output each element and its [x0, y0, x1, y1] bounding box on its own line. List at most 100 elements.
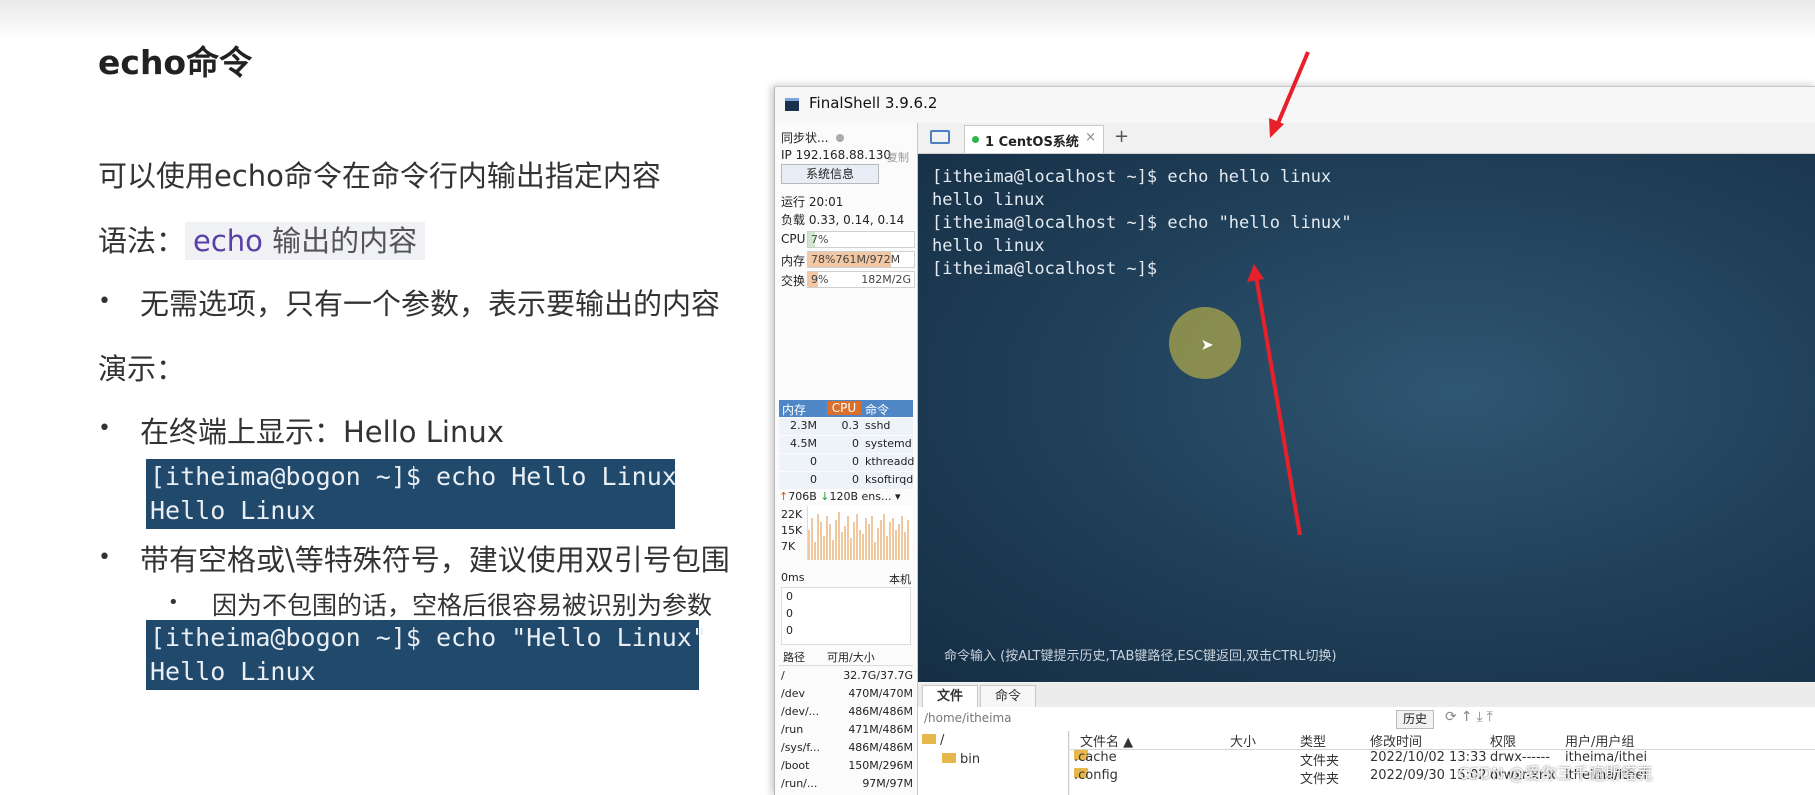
- tab-centos[interactable]: 1 CentOS系统 ×: [964, 125, 1104, 153]
- code-line: Hello Linux: [150, 496, 316, 525]
- net-spike: [826, 516, 828, 560]
- status-panel: 同步状... IP 192.168.88.130 复制 系统信息 运行 20:0…: [775, 123, 918, 795]
- watermark: CSDN @爱你三千遍斯塔克: [1458, 764, 1653, 783]
- net-spike: [820, 522, 822, 560]
- net-spike: [877, 528, 879, 560]
- proc-mem: 0: [810, 455, 817, 468]
- directory-tree: / bin: [918, 731, 1069, 795]
- refresh-icon[interactable]: ⟳: [1445, 709, 1461, 725]
- process-row[interactable]: 0 0 kthreadd: [779, 454, 915, 471]
- add-tab-icon[interactable]: +: [1114, 126, 1129, 147]
- latency-value: 0: [786, 607, 793, 620]
- net-spike: [865, 518, 867, 560]
- col-permission[interactable]: 权限: [1490, 731, 1516, 750]
- net-spike: [853, 522, 855, 560]
- swap-value: 9%: [811, 273, 829, 286]
- net-spike: [862, 534, 864, 560]
- bullet-show-hello: 在终端上显示：Hello Linux: [140, 415, 504, 449]
- syntax-rest: 输出的内容: [272, 224, 418, 258]
- net-spike: [844, 526, 846, 560]
- upload-icon[interactable]: ⤒: [1487, 709, 1497, 725]
- path-input[interactable]: /home/itheima: [924, 711, 1012, 725]
- net-spike: [883, 514, 885, 560]
- net-spike: [817, 514, 819, 560]
- top-shade: [0, 0, 1815, 40]
- swap-label: 交换: [781, 274, 806, 288]
- disk-size: 470M/470M: [848, 687, 913, 700]
- title-bar[interactable]: FinalShell 3.9.6.2: [775, 87, 1815, 123]
- proc-col-cpu[interactable]: CPU: [827, 401, 861, 415]
- tab-files[interactable]: 文件: [922, 685, 979, 708]
- net-spike: [856, 514, 858, 560]
- proc-cmd: systemd: [865, 437, 912, 450]
- disk-size: 97M/97M: [862, 777, 913, 790]
- net-interface[interactable]: ens...: [862, 490, 892, 503]
- system-info-button[interactable]: 系统信息: [781, 164, 879, 184]
- up-dir-icon[interactable]: ↑: [1461, 709, 1477, 725]
- code-example-1: [itheima@bogon ~]$ echo Hello Linux Hello…: [146, 459, 677, 529]
- net-scale-label: 7K: [781, 540, 796, 553]
- copy-ip-button[interactable]: 复制: [887, 149, 909, 165]
- network-summary: ↑706B ↓120B ens... ▾: [779, 490, 901, 503]
- latency-graph: 0 0 0: [781, 587, 911, 645]
- disk-path: /dev/...: [781, 705, 820, 718]
- col-type[interactable]: 类型: [1300, 731, 1326, 750]
- col-size[interactable]: 大小: [1230, 731, 1256, 750]
- file-type: 文件夹: [1300, 754, 1340, 769]
- cpu-value: 7%: [811, 233, 829, 246]
- net-spike: [829, 524, 831, 560]
- proc-cmd: kthreadd: [865, 455, 915, 468]
- net-down: 120B: [829, 490, 859, 503]
- terminal-line: [itheima@localhost ~]$: [932, 259, 1158, 279]
- col-mtime[interactable]: 修改时间: [1370, 731, 1422, 750]
- file-row[interactable]: .config 文件夹 2022/09/30 15:02 drwxr-xr-x …: [1070, 768, 1815, 787]
- command-input-hint[interactable]: 命令输入 (按ALT键提示历史,TAB键路径,ESC键返回,双击CTRL切换): [944, 645, 1337, 664]
- disk-col-path: 路径: [783, 651, 805, 664]
- folder-open-icon[interactable]: [930, 130, 950, 144]
- disk-path: /sys/f...: [781, 741, 820, 754]
- subbullet-reason: 因为不包围的话，空格后很容易被识别为参数: [212, 591, 713, 620]
- terminal-line: [itheima@localhost ~]$ echo "hello linux…: [932, 213, 1352, 233]
- tree-item-root[interactable]: /: [922, 733, 944, 748]
- syntax-label: 语法：: [98, 224, 186, 258]
- history-button[interactable]: 历史: [1396, 710, 1435, 729]
- net-spike: [841, 532, 843, 560]
- connected-dot-icon: [972, 136, 979, 143]
- tree-label: /: [940, 733, 945, 748]
- syntax-line: 语法： echo 输出的内容: [98, 218, 426, 260]
- net-spike: [874, 542, 876, 560]
- folder-icon: [922, 734, 936, 744]
- latency-host[interactable]: 本机: [889, 571, 911, 587]
- slide-title: echo命令: [98, 43, 253, 82]
- terminal[interactable]: [itheima@localhost ~]$ echo hello linux …: [918, 154, 1815, 682]
- process-row[interactable]: 2.3M 0.3 sshd: [779, 418, 913, 435]
- file-list-header: 文件名 ▲ 大小 类型 修改时间 权限 用户/用户组: [1070, 731, 1815, 750]
- disk-table-header: 路径 可用/大小: [779, 649, 913, 666]
- file-row[interactable]: .cache 文件夹 2022/10/02 13:33 drwx------ i…: [1070, 750, 1815, 769]
- latency-value: 0: [786, 590, 793, 603]
- chevron-down-icon[interactable]: ▾: [892, 490, 901, 503]
- net-spike: [898, 524, 900, 560]
- proc-col-mem[interactable]: 内存: [779, 401, 826, 418]
- tree-item-bin[interactable]: bin: [942, 752, 980, 767]
- download-icon[interactable]: ⤓: [1476, 709, 1486, 725]
- col-owner[interactable]: 用户/用户组: [1565, 731, 1634, 750]
- net-spike: [835, 520, 837, 560]
- path-bar: /home/itheima 历史 ⟳↑⤓⤒: [918, 707, 1815, 731]
- net-spike: [808, 530, 810, 560]
- net-spike: [811, 518, 813, 560]
- net-scale-label: 15K: [781, 524, 803, 537]
- proc-col-cmd[interactable]: 命令: [865, 401, 889, 418]
- tab-commands[interactable]: 命令: [980, 685, 1037, 708]
- sync-status: 同步状...: [781, 129, 845, 146]
- process-row[interactable]: 0 0 ksoftirqd: [779, 472, 913, 489]
- col-filename[interactable]: 文件名 ▲: [1080, 731, 1133, 750]
- cpu-usage-bar: 7%: [807, 231, 915, 248]
- bullet-quotes: 带有空格或\等特殊符号，建议使用双引号包围: [140, 543, 730, 577]
- close-tab-icon[interactable]: ×: [1085, 130, 1096, 145]
- net-scale: 22K 15K 7K: [781, 507, 802, 555]
- disk-size: 471M/486M: [848, 723, 913, 736]
- bullet-dot: •: [98, 416, 111, 441]
- process-row[interactable]: 4.5M 0 systemd: [779, 436, 913, 453]
- syntax-code-box: echo 输出的内容: [185, 222, 426, 260]
